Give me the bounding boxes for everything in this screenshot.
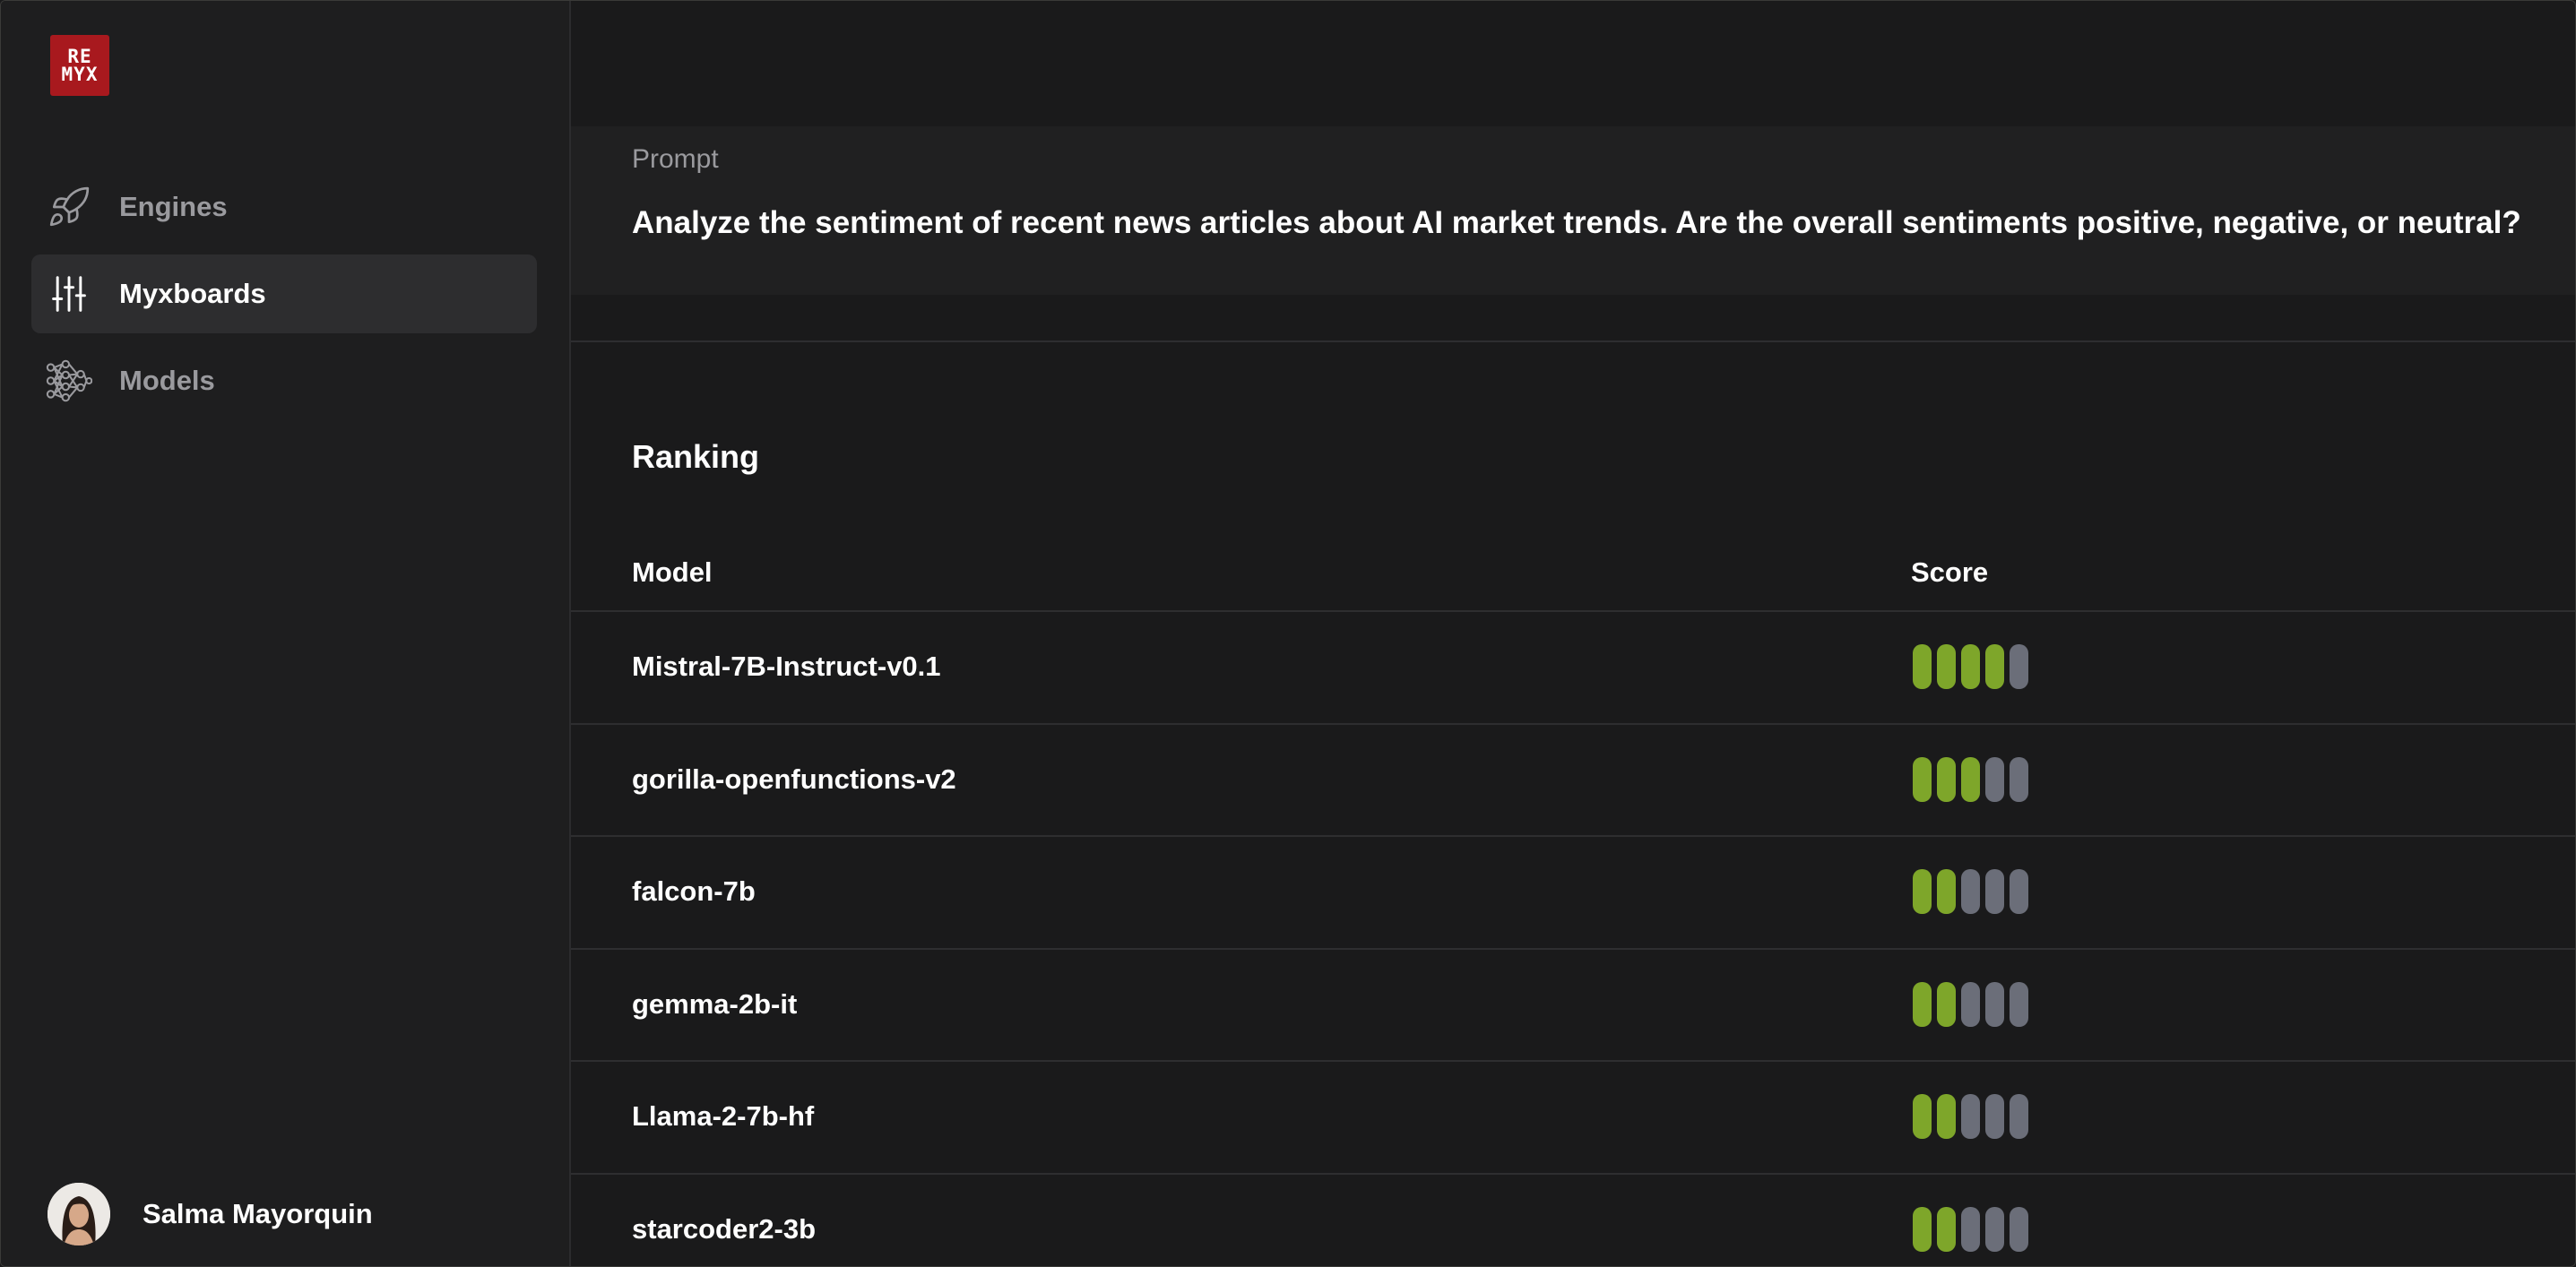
user-name: Salma Mayorquin (143, 1198, 373, 1229)
score-pip-filled (1937, 981, 1956, 1027)
table-row[interactable]: Mistral-7B-Instruct-v0.1 (571, 610, 2575, 723)
table-row[interactable]: gemma-2b-it (571, 947, 2575, 1061)
score-pip-filled (1913, 644, 1932, 689)
score-pip-filled (1913, 981, 1932, 1027)
score-pip-empty (1961, 1094, 1980, 1139)
logo-line-2: MYX (61, 64, 99, 85)
table-row[interactable]: starcoder2-3b (571, 1172, 2575, 1267)
rocket-icon (46, 184, 92, 230)
prompt-text: Analyze the sentiment of recent news art… (632, 205, 2521, 240)
score-indicator (1913, 1094, 2028, 1139)
score-indicator (1913, 981, 2028, 1027)
score-pip-empty (1985, 1206, 2004, 1252)
score-pip-filled (1937, 644, 1956, 689)
sidebar-item-label: Engines (119, 191, 228, 222)
score-pip-filled (1913, 869, 1932, 914)
user-profile[interactable]: Salma Mayorquin (48, 1182, 373, 1246)
model-name: gemma-2b-it (632, 987, 798, 1020)
score-pip-filled (1937, 1094, 1956, 1139)
score-pip-empty (1961, 869, 1980, 914)
ranking-title: Ranking (632, 438, 760, 475)
score-pip-filled (1913, 1206, 1932, 1252)
column-header-score: Score (1911, 556, 1989, 588)
score-pip-filled (1913, 756, 1932, 802)
section-divider (571, 340, 2575, 342)
score-indicator (1913, 1206, 2028, 1252)
sidebar-item-label: Models (119, 365, 215, 396)
prompt-panel: Prompt Analyze the sentiment of recent n… (571, 126, 2575, 295)
neural-network-icon (46, 358, 92, 404)
model-name: starcoder2-3b (632, 1212, 817, 1245)
score-pip-empty (1961, 981, 1980, 1027)
sliders-icon (46, 271, 92, 317)
main-content: Prompt Analyze the sentiment of recent n… (571, 1, 2575, 1267)
score-pip-empty (2010, 644, 2028, 689)
sidebar-item-myxboards[interactable]: Myxboards (31, 254, 537, 333)
score-indicator (1913, 756, 2028, 802)
logo-line-1: RE (67, 46, 92, 67)
table-row[interactable]: gorilla-openfunctions-v2 (571, 722, 2575, 836)
model-name: falcon-7b (632, 875, 756, 907)
prompt-label: Prompt (632, 144, 719, 174)
score-pip-empty (1985, 981, 2004, 1027)
avatar (48, 1183, 110, 1245)
score-pip-empty (2010, 981, 2028, 1027)
score-pip-filled (1913, 1094, 1932, 1139)
score-pip-empty (1985, 869, 2004, 914)
score-pip-filled (1937, 869, 1956, 914)
sidebar-item-label: Myxboards (119, 278, 266, 309)
score-pip-empty (2010, 869, 2028, 914)
score-pip-filled (1937, 1206, 1956, 1252)
score-indicator (1913, 869, 2028, 914)
remyx-logo[interactable]: RE MYX (50, 35, 109, 96)
sidebar-item-models[interactable]: Models (31, 341, 537, 420)
score-pip-empty (2010, 1206, 2028, 1252)
column-header-model: Model (632, 556, 713, 588)
score-pip-filled (1961, 644, 1980, 689)
model-name: gorilla-openfunctions-v2 (632, 763, 956, 795)
score-pip-empty (2010, 756, 2028, 802)
score-pip-filled (1937, 756, 1956, 802)
sidebar: RE MYX Engines Myxboards Models Salma Ma… (1, 1, 571, 1266)
score-pip-filled (1961, 756, 1980, 802)
score-pip-empty (1985, 756, 2004, 802)
model-name: Mistral-7B-Instruct-v0.1 (632, 651, 941, 682)
score-pip-filled (1985, 644, 2004, 689)
score-pip-empty (2010, 1094, 2028, 1139)
score-pip-empty (1985, 1094, 2004, 1139)
table-row[interactable]: falcon-7b (571, 835, 2575, 948)
model-name: Llama-2-7b-hf (632, 1100, 815, 1132)
table-row[interactable]: Llama-2-7b-hf (571, 1060, 2575, 1173)
app-window: RE MYX Engines Myxboards Models Salma Ma… (0, 0, 2576, 1267)
score-indicator (1913, 644, 2028, 689)
score-pip-empty (1961, 1206, 1980, 1252)
sidebar-item-engines[interactable]: Engines (31, 168, 537, 246)
